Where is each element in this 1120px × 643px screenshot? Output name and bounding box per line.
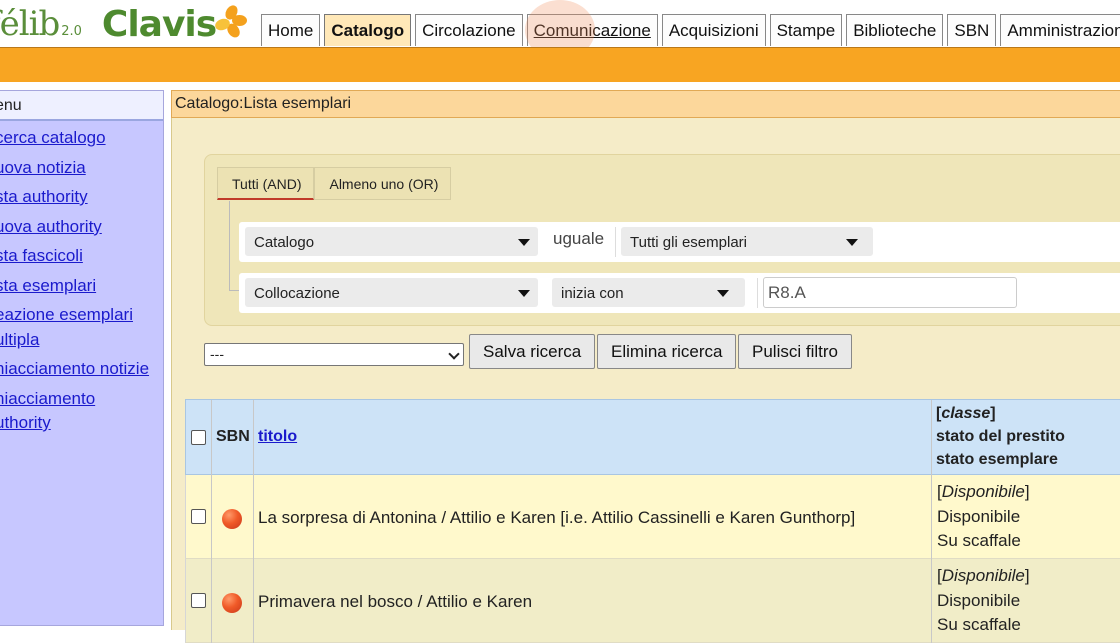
- caret-down-icon: [518, 290, 530, 297]
- filter-mode-and[interactable]: Tutti (AND): [217, 167, 315, 200]
- sidebar-item-schiacciamento-notizie[interactable]: hiacciamento notizie: [0, 357, 163, 382]
- column-divider: [931, 559, 932, 643]
- table-row[interactable]: La sorpresa di Antonina / Attilio e Kare…: [185, 475, 1120, 559]
- sbn-status-dot-icon: [222, 593, 242, 613]
- tab-circolazione[interactable]: Circolazione: [415, 14, 523, 46]
- tab-stampe[interactable]: Stampe: [769, 14, 843, 46]
- row-class: [Disponibile]: [937, 482, 1030, 501]
- divider: [615, 227, 616, 257]
- column-divider: [253, 559, 254, 643]
- column-header-class: [classe]: [936, 405, 996, 422]
- row-loan-status: Disponibile: [937, 591, 1021, 610]
- app-logo[interactable]: félib 2.0 Clavis: [0, 2, 250, 46]
- column-divider: [211, 559, 212, 643]
- main-content: Catalogo:Lista esemplari Tutti (AND) Alm…: [171, 90, 1120, 643]
- rule1-field-select[interactable]: Catalogo: [245, 227, 538, 256]
- column-divider: [931, 475, 932, 559]
- filter-box: Tutti (AND) Almeno uno (OR) Catalogo ugu…: [204, 154, 1120, 326]
- delete-search-button[interactable]: Elimina ricerca: [597, 334, 737, 369]
- column-divider: [253, 475, 254, 559]
- column-header-title[interactable]: titolo: [258, 428, 297, 446]
- column-header-sbn: SBN: [216, 428, 250, 445]
- column-divider: [253, 400, 254, 476]
- select-all-checkbox[interactable]: [191, 430, 206, 445]
- filter-mode-toggle: Tutti (AND) Almeno uno (OR): [217, 167, 452, 200]
- flower-icon: [212, 3, 250, 43]
- sidebar-item-ricerca-catalogo[interactable]: cerca catalogo: [0, 126, 163, 151]
- tab-home[interactable]: Home: [261, 14, 321, 46]
- filter-rule-row: Collocazione inizia con R8.A: [239, 273, 1120, 313]
- column-divider: [931, 400, 932, 476]
- caret-down-icon: [518, 239, 530, 246]
- logo-version: 2.0: [61, 23, 82, 39]
- logo-clavis-text: Clavis: [101, 3, 217, 45]
- rule2-value-input[interactable]: R8.A: [763, 277, 1017, 308]
- top-header: félib 2.0 Clavis Home Catalogo Circolazi…: [0, 0, 1120, 60]
- chevron-down-icon: [448, 348, 460, 360]
- saved-search-value: ---: [210, 346, 224, 362]
- sidebar-list: cerca catalogo uova notizia sta authorit…: [0, 121, 163, 436]
- tab-comunicazione[interactable]: Comunicazione: [526, 14, 658, 46]
- sidebar-item-lista-fascicoli[interactable]: sta fascicoli: [0, 244, 163, 269]
- sub-nav-bar: [0, 47, 1120, 82]
- sidebar-item-schiacciamento-authority[interactable]: hiacciamento uthority: [0, 387, 105, 436]
- sidebar-item-lista-esemplari[interactable]: sta esemplari: [0, 274, 163, 299]
- filter-mode-or[interactable]: Almeno uno (OR): [314, 167, 452, 200]
- column-divider: [211, 400, 212, 476]
- logo-cafelib-text: félib: [0, 4, 60, 44]
- rule2-operator-value: inizia con: [561, 285, 624, 302]
- tab-amministrazione[interactable]: Amministrazione: [1000, 14, 1120, 46]
- rule2-field-select[interactable]: Collocazione: [245, 278, 538, 307]
- row-item-status: Su scaffale: [937, 531, 1021, 550]
- rule2-operator-select[interactable]: inizia con: [552, 278, 745, 307]
- row-checkbox[interactable]: [191, 509, 206, 524]
- sidebar-item-creazione-esemplari[interactable]: eazione esemplari ultipla: [0, 303, 163, 352]
- main-nav-tabs: Home Catalogo Circolazione Comunicazione…: [261, 14, 1120, 46]
- caret-down-icon: [717, 290, 729, 297]
- filter-rule-row: Catalogo uguale Tutti gli esemplari: [239, 222, 1120, 262]
- row-class: [Disponibile]: [937, 566, 1030, 585]
- sidebar-title: enu: [0, 91, 163, 121]
- column-divider: [211, 475, 212, 559]
- sidebar-menu: enu cerca catalogo uova notizia sta auth…: [0, 90, 164, 626]
- row-checkbox[interactable]: [191, 593, 206, 608]
- table-header-row: SBN titolo [classe] stato del prestito s…: [185, 399, 1120, 476]
- content-panel: Tutti (AND) Almeno uno (OR) Catalogo ugu…: [171, 118, 1120, 643]
- column-header-item-status: stato esemplare: [936, 451, 1058, 468]
- caret-down-icon: [846, 239, 858, 246]
- row-title: La sorpresa di Antonina / Attilio e Kare…: [258, 508, 856, 527]
- sidebar-item-nuova-notizia[interactable]: uova notizia: [0, 156, 163, 181]
- row-item-status: Su scaffale: [937, 615, 1021, 634]
- row-loan-status: Disponibile: [937, 507, 1021, 526]
- tab-biblioteche[interactable]: Biblioteche: [846, 14, 944, 46]
- divider: [757, 278, 758, 308]
- saved-search-select[interactable]: ---: [204, 343, 464, 366]
- tab-sbn[interactable]: SBN: [947, 14, 997, 46]
- rule1-value: Tutti gli esemplari: [630, 234, 747, 251]
- column-header-loan-status: stato del prestito: [936, 428, 1065, 445]
- clear-filter-button[interactable]: Pulisci filtro: [738, 334, 852, 369]
- rule1-operator: uguale: [553, 229, 605, 248]
- sidebar-item-nuova-authority[interactable]: uova authority: [0, 215, 163, 240]
- tab-catalogo[interactable]: Catalogo: [324, 14, 412, 46]
- rule1-value-select[interactable]: Tutti gli esemplari: [621, 227, 873, 256]
- table-row[interactable]: Primavera nel bosco / Attilio e Karen [D…: [185, 559, 1120, 643]
- breadcrumb: Catalogo:Lista esemplari: [171, 90, 1120, 118]
- sidebar-item-lista-authority[interactable]: sta authority: [0, 185, 163, 210]
- rule2-field-value: Collocazione: [254, 285, 340, 302]
- tab-acquisizioni[interactable]: Acquisizioni: [661, 14, 766, 46]
- row-title: Primavera nel bosco / Attilio e Karen: [258, 592, 533, 611]
- save-search-button[interactable]: Salva ricerca: [469, 334, 596, 369]
- rule1-field-value: Catalogo: [254, 234, 315, 251]
- sbn-status-dot-icon: [222, 509, 242, 529]
